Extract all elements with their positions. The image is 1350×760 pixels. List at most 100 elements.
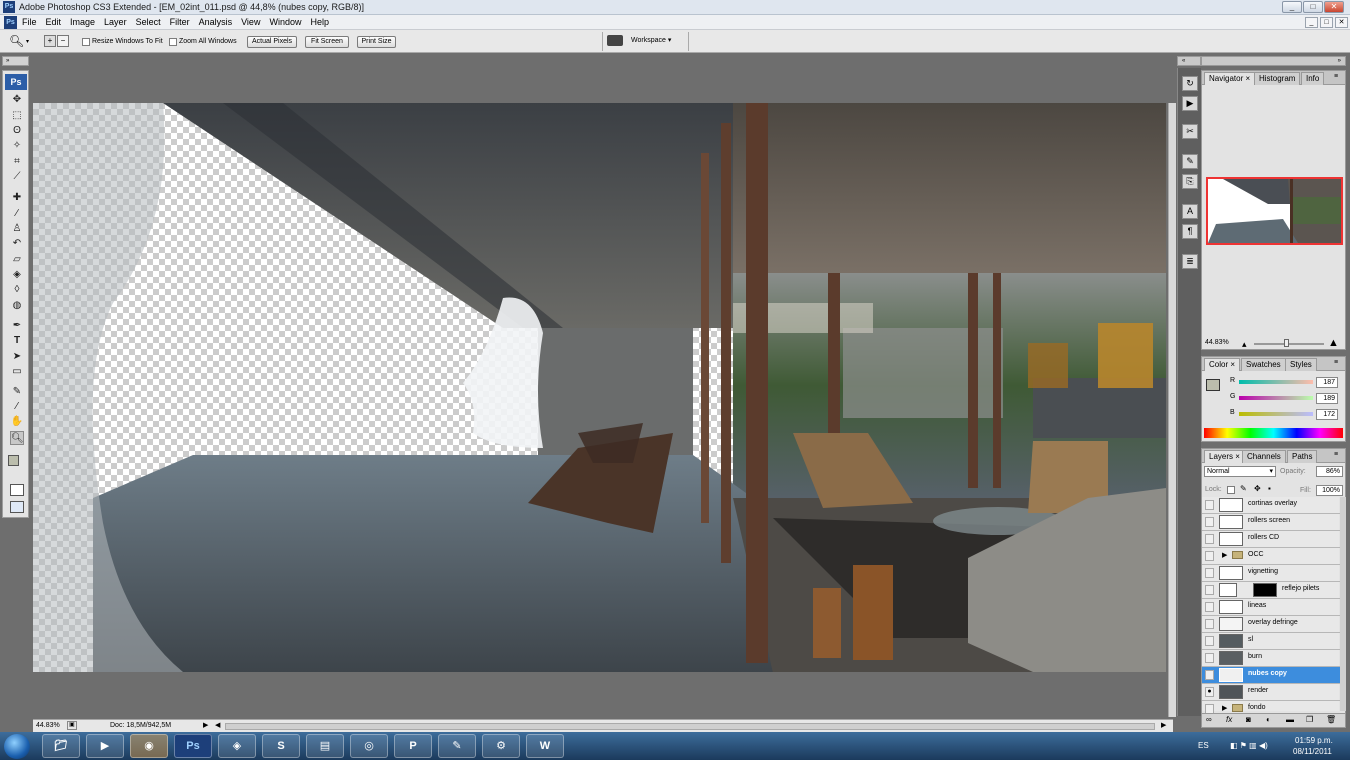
link-layers-icon[interactable]: ∞ — [1206, 715, 1212, 724]
hand-tool-icon[interactable]: ✋ — [10, 415, 24, 429]
foreground-color-swatch[interactable] — [8, 455, 19, 466]
stamp-tool-icon[interactable]: ♙ — [10, 222, 24, 236]
visibility-toggle[interactable] — [1205, 500, 1214, 510]
navigator-slider-thumb[interactable] — [1284, 339, 1289, 347]
tab-styles[interactable]: Styles — [1285, 358, 1317, 371]
g-slider[interactable] — [1239, 396, 1313, 400]
dodge-tool-icon[interactable]: ◍ — [10, 299, 24, 313]
tab-swatches[interactable]: Swatches — [1241, 358, 1286, 371]
scroll-right-icon[interactable]: ▶ — [1161, 721, 1166, 729]
tab-color[interactable]: Color × — [1204, 358, 1241, 371]
start-button[interactable] — [4, 734, 30, 759]
status-menu-arrow-icon[interactable]: ▶ — [203, 721, 208, 729]
visibility-toggle[interactable] — [1205, 619, 1214, 629]
zoom-out-small-icon[interactable]: ▴ — [1242, 339, 1247, 350]
navigator-zoom-readout[interactable]: 44.83% — [1205, 339, 1229, 346]
navigator-zoom-slider[interactable] — [1254, 343, 1324, 345]
layer-row[interactable]: overlay defringe — [1202, 616, 1345, 633]
adjustment-layer-icon[interactable]: ◐ — [1266, 715, 1271, 724]
zoom-tool-active-icon[interactable]: 🔍︎ — [10, 431, 24, 445]
opacity-field[interactable]: 86% — [1316, 466, 1343, 477]
tab-info[interactable]: Info — [1301, 72, 1325, 85]
visibility-toggle[interactable] — [1205, 534, 1214, 544]
clone-source-icon[interactable]: ⎘ — [1182, 174, 1198, 189]
blur-tool-icon[interactable]: ◊ — [10, 283, 24, 297]
pix-taskbar-icon[interactable]: P — [394, 734, 432, 758]
tab-histogram[interactable]: Histogram — [1254, 72, 1301, 85]
type-tool-icon[interactable]: T — [10, 334, 24, 348]
lock-image-icon[interactable]: ✎ — [1240, 484, 1247, 493]
expand-arrow-icon[interactable]: ▶ — [1222, 551, 1227, 559]
layer-row[interactable]: vignetting — [1202, 565, 1345, 582]
history-brush-tool-icon[interactable]: ↶ — [10, 237, 24, 251]
fit-screen-button[interactable]: Fit Screen — [305, 36, 349, 48]
layer-row[interactable]: lineas — [1202, 599, 1345, 616]
vertical-scrollbar[interactable] — [1168, 103, 1176, 717]
crop-tool-icon[interactable]: ⌗ — [10, 155, 24, 169]
explorer-taskbar-icon[interactable]: 📁︎ — [42, 734, 80, 758]
menu-view[interactable]: View — [241, 17, 260, 27]
doc-close-button[interactable]: ✕ — [1335, 17, 1348, 28]
move-tool-icon[interactable]: ✥ — [10, 93, 24, 107]
notes-taskbar-icon[interactable]: ✎ — [438, 734, 476, 758]
lock-position-icon[interactable]: ✥ — [1254, 484, 1261, 493]
bucket-tool-icon[interactable]: ◈ — [10, 268, 24, 282]
layer-row[interactable]: ● render — [1202, 684, 1345, 701]
eyedropper-tool-icon[interactable]: ⁄ — [10, 400, 24, 414]
visibility-toggle[interactable] — [1205, 517, 1214, 527]
zoom-out-icon[interactable]: − — [57, 35, 69, 47]
expand-arrow-icon[interactable]: ▶ — [1222, 704, 1227, 712]
menu-layer[interactable]: Layer — [104, 17, 127, 27]
layer-row[interactable]: sl — [1202, 633, 1345, 650]
menu-analysis[interactable]: Analysis — [199, 17, 233, 27]
panel-menu-icon[interactable]: ≡ — [1334, 451, 1338, 458]
network-taskbar-icon[interactable]: ⚙ — [482, 734, 520, 758]
zoom-all-checkbox[interactable] — [169, 38, 177, 46]
g-value-field[interactable]: 189 — [1316, 393, 1338, 404]
layer-row-selected[interactable]: nubes copy — [1202, 667, 1345, 684]
layer-row[interactable]: rollers CD — [1202, 531, 1345, 548]
b-value-field[interactable]: 172 — [1316, 409, 1338, 420]
clock-date[interactable]: 08/11/2011 — [1293, 747, 1332, 756]
color-spectrum-ramp[interactable] — [1204, 428, 1343, 438]
visibility-toggle[interactable] — [1205, 670, 1214, 680]
tool-presets-icon[interactable]: ✂ — [1182, 124, 1198, 139]
lock-transparency-checkbox[interactable] — [1227, 486, 1235, 494]
tab-navigator[interactable]: Navigator × — [1204, 72, 1256, 85]
path-select-tool-icon[interactable]: ➤ — [10, 350, 24, 364]
new-group-icon[interactable]: ▬ — [1286, 715, 1294, 724]
brushes-icon[interactable]: ✎ — [1182, 154, 1198, 169]
delete-layer-icon[interactable]: 🗑︎ — [1326, 715, 1336, 724]
workspace-menu[interactable]: Workspace ▾ — [631, 36, 671, 44]
new-layer-icon[interactable]: ❐ — [1306, 715, 1313, 724]
menu-help[interactable]: Help — [310, 17, 329, 27]
word-taskbar-icon[interactable]: W — [526, 734, 564, 758]
menu-file[interactable]: File — [22, 17, 37, 27]
zoom-in-icon[interactable]: + — [44, 35, 56, 47]
actions-icon[interactable]: ▶ — [1182, 96, 1198, 111]
quick-mask-icon[interactable] — [10, 484, 24, 496]
zoom-level-readout[interactable]: 44.83% — [36, 722, 60, 729]
add-mask-icon[interactable]: ◙ — [1246, 715, 1251, 724]
lock-all-icon[interactable]: ▪ — [1268, 484, 1271, 493]
layer-style-icon[interactable]: fx — [1226, 715, 1232, 724]
tab-layers[interactable]: Layers × — [1204, 450, 1245, 463]
status-preview-icon[interactable]: ▣ — [67, 721, 77, 730]
menu-select[interactable]: Select — [136, 17, 161, 27]
tray-icons[interactable]: ◧ ⚑ ▥ ◀) — [1230, 741, 1268, 750]
layer-group-row[interactable]: ▶ OCC — [1202, 548, 1345, 565]
zoom-tool-icon[interactable]: 🔍︎ — [9, 34, 24, 48]
maximize-button[interactable]: □ — [1303, 1, 1323, 13]
notes-tool-icon[interactable]: ✎ — [10, 385, 24, 399]
camera-icon[interactable] — [607, 35, 623, 46]
photoshop-taskbar-icon[interactable]: Ps — [174, 734, 212, 758]
layer-row[interactable]: burn — [1202, 650, 1345, 667]
r-value-field[interactable]: 187 — [1316, 377, 1338, 388]
doc-minimize-button[interactable]: _ — [1305, 17, 1318, 28]
panel-menu-icon[interactable]: ≡ — [1334, 359, 1338, 366]
slice-tool-icon[interactable]: ⟋ — [10, 170, 24, 184]
visibility-toggle[interactable] — [1205, 568, 1214, 578]
language-indicator[interactable]: ES — [1198, 741, 1209, 750]
clock-time[interactable]: 01:59 p.m. — [1295, 736, 1333, 745]
lasso-tool-icon[interactable]: ʘ — [10, 124, 24, 138]
